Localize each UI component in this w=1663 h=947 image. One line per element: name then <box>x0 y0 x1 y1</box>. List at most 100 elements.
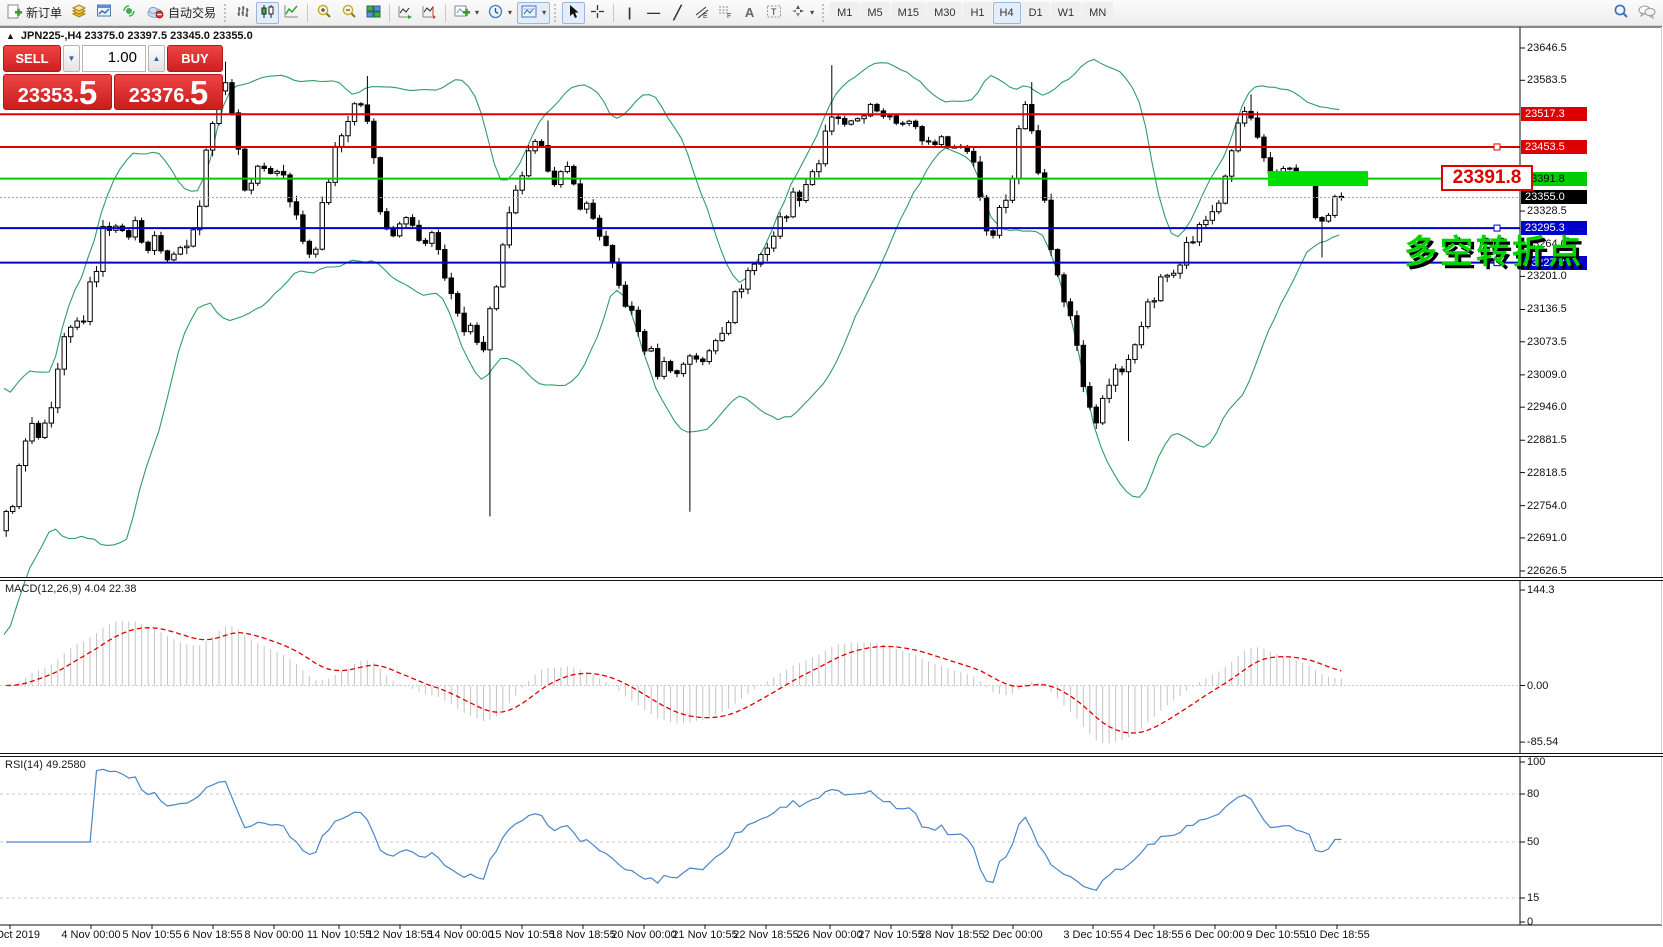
turning-point-annotation[interactable]: 多空转折点 <box>1404 225 1584 273</box>
search-button[interactable] <box>1609 2 1633 24</box>
price-axis-label: 22626.5 <box>1527 566 1567 577</box>
new-order-button[interactable]: 新订单 <box>3 2 66 24</box>
timeframe-D1[interactable]: D1 <box>1022 2 1050 24</box>
sell-button[interactable]: SELL <box>3 45 61 72</box>
svg-text:F: F <box>727 13 731 19</box>
timeframe-H4[interactable]: H4 <box>993 2 1021 24</box>
toolbar-grip <box>554 4 558 22</box>
svg-text:T: T <box>771 7 777 17</box>
price-axis-label: 22881.5 <box>1527 435 1567 446</box>
new-chart-icon <box>454 4 470 22</box>
trendline-icon: ╱ <box>674 6 682 19</box>
timeframe-W1[interactable]: W1 <box>1051 2 1082 24</box>
time-axis-label: 6 Nov 18:55 <box>183 929 242 941</box>
search-icon <box>1613 3 1629 22</box>
text-tool[interactable]: A <box>738 2 761 24</box>
macd-panel-splitter[interactable] <box>0 577 1663 581</box>
time-axis-label: 9 Dec 10:55 <box>1246 929 1305 941</box>
line-chart-icon <box>284 4 299 22</box>
fibonacci-icon: F <box>718 4 733 22</box>
data-window-button[interactable] <box>92 2 116 24</box>
timeframe-MN[interactable]: MN <box>1082 2 1113 24</box>
toolbar-separator <box>445 4 446 22</box>
label-tool[interactable]: T <box>762 2 786 24</box>
chart-symbol-title: ▲ JPN225-,H4 23375.0 23397.5 23345.0 233… <box>6 30 253 42</box>
candlestick-chart-button[interactable] <box>256 2 279 24</box>
arrows-icon <box>791 4 805 21</box>
current-price-tag: 23355.0 <box>1521 190 1587 204</box>
bar-chart-button[interactable] <box>232 2 255 24</box>
timeframe-group: M1M5M15M30H1H4D1W1MN <box>830 2 1113 24</box>
time-axis-label: 5 Nov 10:55 <box>122 929 181 941</box>
timeframe-M5[interactable]: M5 <box>860 2 889 24</box>
templates-button[interactable]: ▾ <box>517 2 550 24</box>
price-callout-label[interactable]: 23391.8 <box>1441 165 1533 191</box>
toolbar: 新订单 自动交易 <box>0 0 1663 26</box>
zoom-out-button[interactable] <box>337 2 361 24</box>
zoom-in-button[interactable] <box>312 2 336 24</box>
dropdown-caret-icon: ▾ <box>475 8 479 17</box>
price-chart-canvas[interactable] <box>0 0 1663 947</box>
channel-tool[interactable]: E <box>690 2 713 24</box>
navigator-button[interactable] <box>117 2 141 24</box>
price-axis-label: 22946.0 <box>1527 402 1567 413</box>
timeframe-H1[interactable]: H1 <box>963 2 991 24</box>
toolbar-separator <box>613 4 614 22</box>
navigator-icon <box>121 3 137 22</box>
crosshair-button[interactable] <box>586 2 609 24</box>
svg-text:E: E <box>703 13 708 19</box>
line-chart-button[interactable] <box>280 2 303 24</box>
autotrade-button[interactable]: 自动交易 <box>142 2 220 24</box>
vertical-line-tool[interactable]: | <box>618 2 641 24</box>
hline-price-tag: 23517.3 <box>1521 107 1587 121</box>
rsi-panel-splitter[interactable] <box>0 753 1663 757</box>
dropdown-caret-icon: ▾ <box>508 8 512 17</box>
autotrade-cloud-icon <box>146 4 164 22</box>
trendline-tool[interactable]: ╱ <box>666 2 689 24</box>
buy-price-pips: 5 <box>190 78 208 108</box>
chart-shift-button[interactable] <box>418 2 441 24</box>
volume-decrease-button[interactable]: ▼ <box>63 45 80 72</box>
symbol-ohlc-text: JPN225-,H4 23375.0 23397.5 23345.0 23355… <box>21 30 253 42</box>
toolbar-separator <box>389 4 390 22</box>
vertical-line-icon: | <box>628 6 632 19</box>
label-icon: T <box>766 4 782 22</box>
time-axis-label: 14 Nov 00:00 <box>428 929 493 941</box>
time-axis-label: 18 Nov 18:55 <box>550 929 615 941</box>
price-axis-label: 22754.0 <box>1527 501 1567 512</box>
time-axis-label: 12 Nov 18:55 <box>367 929 432 941</box>
market-watch-button[interactable] <box>67 2 91 24</box>
auto-scroll-icon <box>398 4 413 22</box>
price-axis-label: 23136.5 <box>1527 304 1567 315</box>
sell-price-display[interactable]: 23353.5 <box>3 74 112 110</box>
hline-price-tag: 23453.5 <box>1521 140 1587 154</box>
timeframe-M30[interactable]: M30 <box>927 2 962 24</box>
new-chart-button[interactable]: ▾ <box>450 2 483 24</box>
rsi-axis-label: 15 <box>1527 893 1539 904</box>
fibonacci-tool[interactable]: F <box>714 2 737 24</box>
macd-indicator-label: MACD(12,26,9) 4.04 22.38 <box>5 583 136 595</box>
price-axis-label: 23328.5 <box>1527 206 1567 217</box>
timeframe-M15[interactable]: M15 <box>891 2 926 24</box>
buy-button[interactable]: BUY <box>167 45 223 72</box>
timeframe-M1[interactable]: M1 <box>830 2 859 24</box>
volume-increase-button[interactable]: ▲ <box>148 45 165 72</box>
arrows-tool[interactable]: ▾ <box>787 2 818 24</box>
zoom-out-icon <box>341 3 357 22</box>
time-axis-label: 2 Dec 00:00 <box>983 929 1042 941</box>
buy-price-display[interactable]: 23376.5 <box>114 74 223 110</box>
time-axis-label: 8 Nov 00:00 <box>244 929 303 941</box>
channel-icon: E <box>694 4 709 22</box>
tile-windows-button[interactable] <box>362 2 385 24</box>
tile-windows-icon <box>366 4 381 22</box>
cursor-button[interactable] <box>562 2 585 24</box>
macd-axis-label: 0.00 <box>1527 681 1548 692</box>
time-axis-label: 20 Nov 00:00 <box>611 929 676 941</box>
horizontal-line-tool[interactable]: — <box>642 2 665 24</box>
collapse-panel-icon[interactable]: ▲ <box>6 31 15 41</box>
volume-input[interactable]: 1.00 <box>82 45 146 72</box>
period-button[interactable]: ▾ <box>484 2 516 24</box>
auto-scroll-button[interactable] <box>394 2 417 24</box>
chat-button[interactable] <box>1634 2 1660 24</box>
time-axis-label: 11 Nov 10:55 <box>307 929 372 941</box>
